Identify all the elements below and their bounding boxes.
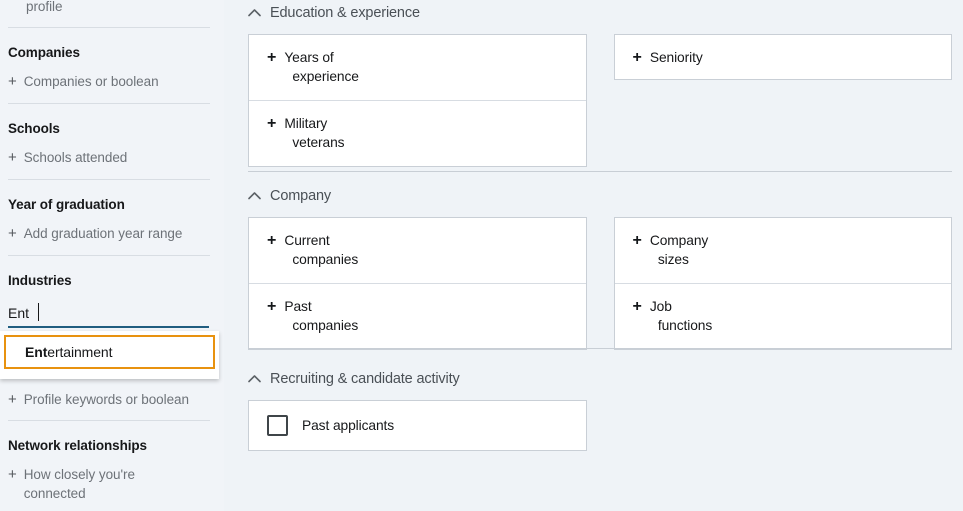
plus-icon: +	[8, 391, 17, 408]
filter-card: + Company sizes + Job functions	[613, 217, 952, 350]
filter-row-label: Past applicants	[302, 418, 395, 433]
section-column: + Company sizes + Job functions	[613, 217, 952, 350]
section-divider	[248, 171, 952, 172]
filters-main-panel: Education & experience + Years of experi…	[224, 0, 963, 511]
filter-row-label: Years of experience	[284, 48, 359, 86]
plus-icon: +	[267, 49, 277, 66]
plus-icon: +	[8, 466, 17, 483]
filter-row-company-sizes[interactable]: + Company sizes	[615, 218, 952, 283]
sidebar-heading-year-of-graduation: Year of graduation	[8, 197, 125, 212]
sidebar-truncated-item[interactable]: profile	[26, 0, 206, 16]
typeahead-option-entertainment[interactable]: Entertainment	[4, 335, 215, 369]
section-header-education-experience[interactable]: Education & experience	[248, 2, 952, 23]
sidebar-heading-network-relationships: Network relationships	[8, 438, 147, 453]
filter-card: + Years of experience + Military veteran…	[248, 34, 587, 167]
chevron-up-icon[interactable]	[248, 191, 261, 200]
sidebar-heading-industries: Industries	[8, 273, 72, 288]
filter-row-line2: functions	[657, 318, 713, 333]
plus-icon: +	[8, 149, 17, 166]
filter-row-line2: companies	[292, 318, 359, 333]
filter-row-label: Military veterans	[284, 114, 344, 152]
sidebar-divider	[8, 179, 210, 180]
filter-row-line1: Years of	[284, 50, 334, 65]
industries-search-field[interactable]	[8, 302, 209, 328]
filter-card: + Current companies + Past companies	[248, 217, 587, 350]
filters-sidebar: profile Companies + Companies or boolean…	[0, 0, 224, 511]
sidebar-add-profile-keywords[interactable]: + Profile keywords or boolean	[8, 390, 213, 409]
filter-row-label: Seniority	[650, 48, 703, 67]
sidebar-divider	[8, 255, 210, 256]
filter-row-label: Current companies	[284, 231, 358, 269]
filter-row-job-functions[interactable]: + Job functions	[614, 283, 951, 349]
sidebar-divider	[8, 103, 210, 104]
section-title: Company	[270, 187, 332, 204]
sidebar-add-schools[interactable]: + Schools attended	[8, 148, 203, 167]
sidebar-add-network-relationships[interactable]: + How closely you're connected	[8, 465, 193, 503]
filter-row-line1: Job	[649, 299, 672, 314]
section-column	[614, 400, 953, 451]
filter-row-label: Past companies	[284, 297, 358, 335]
section-header-recruiting-candidate-activity[interactable]: Recruiting & candidate activity	[248, 368, 952, 389]
filter-row-line1: Military	[284, 116, 328, 131]
sidebar-add-schools-label: Schools attended	[23, 150, 128, 165]
filter-card: Past applicants	[248, 400, 587, 451]
sidebar-heading-companies: Companies	[8, 45, 80, 60]
sidebar-add-network-relationships-label: How closely you're connected	[23, 467, 135, 501]
section-company: Company + Current companies + Past compa…	[248, 185, 952, 350]
filter-card: + Seniority	[613, 34, 952, 80]
filter-row-current-companies[interactable]: + Current companies	[249, 218, 586, 283]
filter-row-past-applicants[interactable]: Past applicants	[249, 401, 586, 450]
plus-icon: +	[267, 232, 277, 249]
typeahead-match-suffix: ertainment	[47, 344, 113, 360]
section-header-company[interactable]: Company	[248, 185, 952, 206]
filter-row-military-veterans[interactable]: + Military veterans	[249, 100, 586, 166]
section-column: Past applicants	[248, 400, 587, 451]
past-applicants-checkbox[interactable]	[267, 415, 288, 436]
plus-icon: +	[267, 298, 277, 315]
filter-row-line2: veterans	[292, 135, 345, 150]
plus-icon: +	[632, 48, 642, 66]
sidebar-add-graduation-year[interactable]: + Add graduation year range	[8, 224, 208, 243]
section-column: + Seniority	[613, 34, 952, 167]
chevron-up-icon[interactable]	[248, 374, 261, 383]
chevron-up-icon[interactable]	[248, 8, 261, 17]
section-education-experience: Education & experience + Years of experi…	[248, 2, 952, 167]
filter-row-years-of-experience[interactable]: + Years of experience	[249, 35, 586, 100]
filter-row-past-companies[interactable]: + Past companies	[249, 283, 586, 349]
plus-icon: +	[632, 232, 642, 249]
plus-icon: +	[8, 225, 17, 242]
sidebar-truncated-item-label: profile	[26, 0, 63, 14]
industries-typeahead-dropdown: Entertainment	[0, 331, 219, 379]
text-cursor	[38, 303, 39, 321]
filter-row-label: Company sizes	[650, 231, 708, 269]
plus-icon: +	[632, 298, 642, 315]
filter-row-line2: experience	[292, 69, 359, 84]
sidebar-divider	[8, 420, 210, 421]
sidebar-add-graduation-year-label: Add graduation year range	[23, 226, 183, 241]
search-filters-page: profile Companies + Companies or boolean…	[0, 0, 963, 511]
filter-row-line2: sizes	[657, 252, 689, 267]
typeahead-match-prefix: Ent	[25, 344, 48, 360]
section-divider	[248, 348, 952, 349]
section-title: Education & experience	[270, 4, 420, 21]
sidebar-add-companies[interactable]: + Companies or boolean	[8, 72, 203, 91]
filter-row-line1: Seniority	[649, 49, 703, 65]
filter-row-line1: Current	[284, 233, 330, 248]
filter-row-line2: companies	[292, 252, 359, 267]
section-recruiting-candidate-activity: Recruiting & candidate activity Past app…	[248, 368, 952, 451]
sidebar-add-companies-label: Companies or boolean	[23, 74, 159, 89]
filter-row-line1: Company	[649, 233, 709, 248]
filter-row-label: Job functions	[650, 297, 712, 335]
section-column: + Years of experience + Military veteran…	[248, 34, 587, 167]
sidebar-heading-schools: Schools	[8, 121, 60, 136]
sidebar-add-profile-keywords-label: Profile keywords or boolean	[23, 392, 189, 407]
section-column: + Current companies + Past companies	[248, 217, 587, 350]
plus-icon: +	[267, 115, 277, 132]
plus-icon: +	[8, 73, 17, 90]
section-title: Recruiting & candidate activity	[270, 370, 460, 387]
sidebar-divider	[8, 27, 210, 28]
typeahead-option-label: Entertainment	[25, 344, 113, 360]
filter-row-seniority[interactable]: + Seniority	[615, 35, 952, 79]
filter-row-line1: Past	[284, 299, 312, 314]
